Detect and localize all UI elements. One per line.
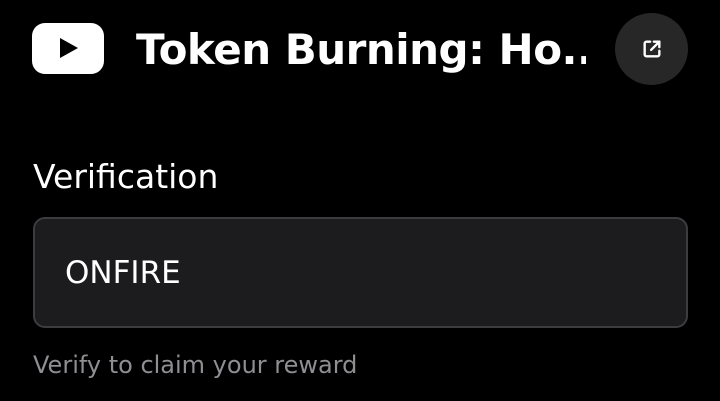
verification-label: Verification [33, 157, 219, 196]
video-title: Token Burning: Ho... [136, 25, 586, 74]
open-external-button[interactable] [615, 13, 688, 85]
external-link-icon [643, 40, 661, 58]
header: Token Burning: Ho... [0, 0, 720, 100]
youtube-logo-icon[interactable] [32, 23, 104, 74]
helper-text: Verify to claim your reward [33, 351, 358, 379]
play-icon [60, 38, 78, 58]
verification-input[interactable] [33, 217, 688, 328]
